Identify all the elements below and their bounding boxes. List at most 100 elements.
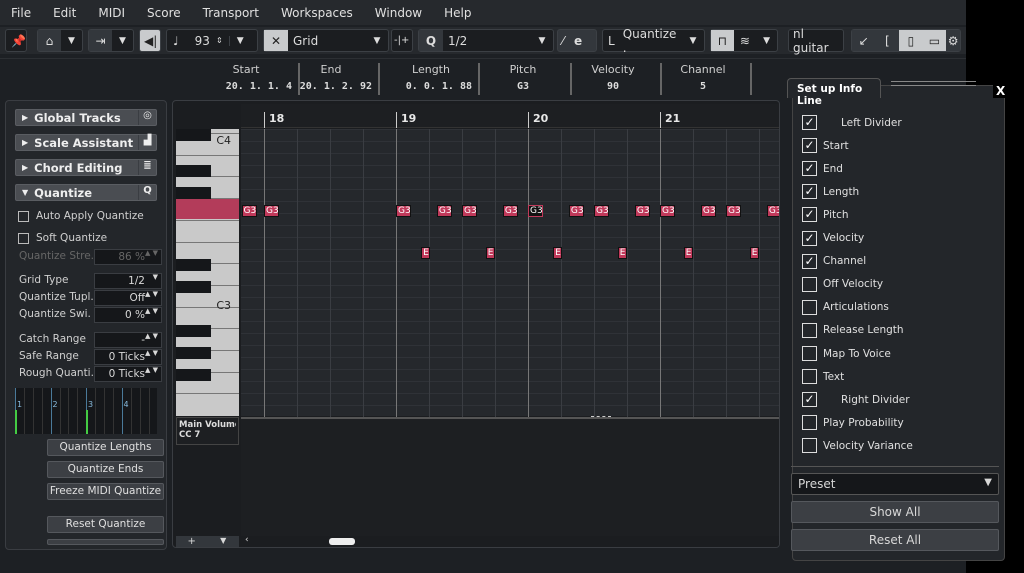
close-button[interactable]: X bbox=[993, 84, 1009, 98]
white-key[interactable] bbox=[176, 241, 239, 243]
black-key[interactable] bbox=[176, 259, 211, 271]
setup-item-pitch[interactable]: ✓ Pitch bbox=[802, 207, 849, 223]
white-key[interactable] bbox=[176, 393, 239, 395]
snap-to-zero-button[interactable]: -|+ bbox=[391, 29, 413, 52]
setup-item-velocity[interactable]: ✓ Velocity bbox=[802, 230, 864, 246]
setup-item-length[interactable]: ✓ Length bbox=[802, 184, 859, 200]
midi-note[interactable]: E bbox=[749, 247, 759, 259]
white-key[interactable] bbox=[176, 154, 239, 156]
setup-item-articulations[interactable]: Articulations bbox=[802, 299, 889, 315]
left-zone-icon[interactable]: ▯ bbox=[899, 30, 923, 51]
menu-file[interactable]: File bbox=[0, 6, 42, 20]
track-name-field[interactable]: nl guitar bbox=[788, 27, 844, 55]
midi-note[interactable]: G3 bbox=[436, 205, 452, 217]
midi-note[interactable]: G3 bbox=[264, 205, 279, 217]
field-grid-type[interactable]: 1/2 ▼ bbox=[94, 273, 162, 289]
add-lane-plus-icon[interactable]: + bbox=[176, 536, 208, 547]
info-start[interactable]: Start 20. 1. 1. 4 bbox=[200, 63, 300, 95]
midi-note[interactable]: E bbox=[553, 247, 563, 259]
midi-note[interactable]: G3 bbox=[528, 205, 543, 217]
midi-note[interactable]: G3 bbox=[241, 205, 257, 217]
midi-note[interactable]: E bbox=[617, 247, 627, 259]
white-key[interactable] bbox=[176, 219, 239, 221]
midi-note[interactable]: G3 bbox=[726, 205, 741, 217]
swing-grid-display[interactable]: 1 2 3 4 bbox=[15, 388, 157, 434]
midi-note[interactable]: E bbox=[485, 247, 495, 259]
highlighted-key-g3[interactable] bbox=[176, 199, 239, 219]
setup-item-map-to-voice[interactable]: Map To Voice bbox=[802, 346, 891, 361]
setup-item-play-probability[interactable]: Play Probability bbox=[802, 415, 904, 431]
scrollbar-thumb[interactable] bbox=[329, 538, 355, 545]
field-quantize-swi-[interactable]: 0 % ▲ ▼ bbox=[94, 307, 162, 323]
info-pitch[interactable]: Pitch G3 bbox=[482, 63, 572, 95]
menu-window[interactable]: Window bbox=[364, 6, 433, 20]
chevron-down-icon[interactable]: ▼ bbox=[208, 536, 240, 547]
controller-lane-label[interactable]: Main Volume CC 7 bbox=[176, 417, 239, 445]
field-rough-quanti-[interactable]: 0 Ticks ▲ ▼ bbox=[94, 366, 162, 382]
quantize-select[interactable]: Q 1/2 ▼ bbox=[418, 29, 554, 52]
setup-item-channel[interactable]: ✓ Channel bbox=[802, 253, 866, 269]
tuplet-button[interactable]: ⁄ e bbox=[557, 29, 597, 52]
midi-note[interactable]: G3 bbox=[568, 205, 584, 217]
black-key[interactable] bbox=[176, 129, 211, 141]
snap-mode-select[interactable]: ✕ Grid ▼ bbox=[263, 29, 389, 52]
settings-gear-icon[interactable]: ⚙ bbox=[946, 30, 960, 51]
tool-button[interactable]: ⇥ ▼ bbox=[88, 29, 134, 52]
auto-apply-quantize-checkbox[interactable]: Auto Apply Quantize bbox=[18, 210, 144, 222]
midi-note[interactable]: G3 bbox=[634, 205, 650, 217]
acoustic-feedback-button[interactable]: ◀| bbox=[139, 29, 161, 52]
scroll-left-icon[interactable]: ‹ bbox=[245, 535, 249, 545]
setup-item-end[interactable]: ✓ End bbox=[802, 161, 843, 177]
midi-note[interactable]: G3 bbox=[502, 205, 518, 217]
soft-quantize-checkbox[interactable]: Soft Quantize bbox=[18, 232, 107, 244]
pin-button[interactable]: 📌 bbox=[5, 29, 27, 52]
lower-zone-icon[interactable]: ▭ bbox=[922, 30, 947, 51]
black-key[interactable] bbox=[176, 165, 211, 177]
setup-item-velocity-variance[interactable]: Velocity Variance bbox=[802, 438, 913, 454]
midi-note[interactable]: G3 bbox=[462, 205, 477, 217]
field-catch-range[interactable]: - ▲ ▼ bbox=[94, 332, 162, 348]
infoline-icon[interactable]: [ bbox=[875, 30, 900, 51]
menu-score[interactable]: Score bbox=[136, 6, 192, 20]
menu-edit[interactable]: Edit bbox=[42, 6, 87, 20]
black-key[interactable] bbox=[176, 347, 211, 359]
info-length[interactable]: Length 0. 0. 1. 88 bbox=[390, 63, 480, 95]
midi-note[interactable]: G3 bbox=[660, 205, 675, 217]
note-display-buttons[interactable]: ⊓ ≋ ▼ bbox=[710, 29, 778, 52]
black-key[interactable] bbox=[176, 281, 211, 293]
midi-note[interactable]: G3 bbox=[396, 205, 411, 217]
setup-item-start[interactable]: ✓ Start bbox=[802, 138, 849, 154]
arrow-down-left-icon[interactable]: ↙ bbox=[852, 30, 876, 51]
controller-lane[interactable] bbox=[241, 416, 779, 536]
setup-item-left-divider[interactable]: ✓ Left Divider bbox=[802, 115, 902, 130]
quantize-ends-button[interactable]: Quantize Ends bbox=[47, 461, 164, 478]
quantize-preset-select[interactable]: L Quantize . ▼ bbox=[602, 27, 705, 55]
show-all-button[interactable]: Show All bbox=[791, 501, 999, 523]
section-quantize[interactable]: ▼ Quantize Q bbox=[15, 184, 157, 201]
apply-quantize-button[interactable] bbox=[47, 539, 164, 545]
velocity-field[interactable]: ♩ 93 ⇕ ▼ bbox=[166, 29, 258, 52]
info-velocity[interactable]: Velocity 90 bbox=[572, 63, 662, 95]
section-scale-assistant[interactable]: ▶ Scale Assistant ▟ bbox=[15, 134, 157, 151]
setup-item-off-velocity[interactable]: Off Velocity bbox=[802, 276, 883, 292]
midi-note[interactable]: E bbox=[683, 247, 693, 259]
freeze-midi-quantize-button[interactable]: Freeze MIDI Quantize bbox=[47, 483, 164, 500]
menu-midi[interactable]: MIDI bbox=[87, 6, 136, 20]
section-chord-editing[interactable]: ▶ Chord Editing ≣ bbox=[15, 159, 157, 176]
reset-quantize-button[interactable]: Reset Quantize bbox=[47, 516, 164, 533]
drag-handle[interactable] bbox=[891, 81, 976, 86]
horizontal-scrollbar[interactable]: ‹ bbox=[241, 535, 779, 547]
info-end[interactable]: End 20. 1. 2. 92 bbox=[290, 63, 380, 95]
black-key[interactable] bbox=[176, 369, 211, 381]
info-channel[interactable]: Channel 5 bbox=[662, 63, 752, 95]
autoscroll-button[interactable]: ⌂ ▼ bbox=[37, 29, 83, 52]
setup-item-right-divider[interactable]: ✓ Right Divider bbox=[802, 392, 910, 408]
black-key[interactable] bbox=[176, 187, 211, 199]
field-safe-range[interactable]: 0 Ticks ▲ ▼ bbox=[94, 349, 162, 365]
piano-keyboard[interactable]: C4 C3 bbox=[176, 129, 239, 416]
midi-note[interactable]: E bbox=[421, 247, 431, 259]
quantize-lengths-button[interactable]: Quantize Lengths bbox=[47, 439, 164, 456]
field-quantize-stre-[interactable]: 86 % ▲ ▼ bbox=[94, 249, 162, 265]
reset-all-button[interactable]: Reset All bbox=[791, 529, 999, 551]
field-quantize-tupl-[interactable]: Off ▲ ▼ bbox=[94, 290, 162, 306]
